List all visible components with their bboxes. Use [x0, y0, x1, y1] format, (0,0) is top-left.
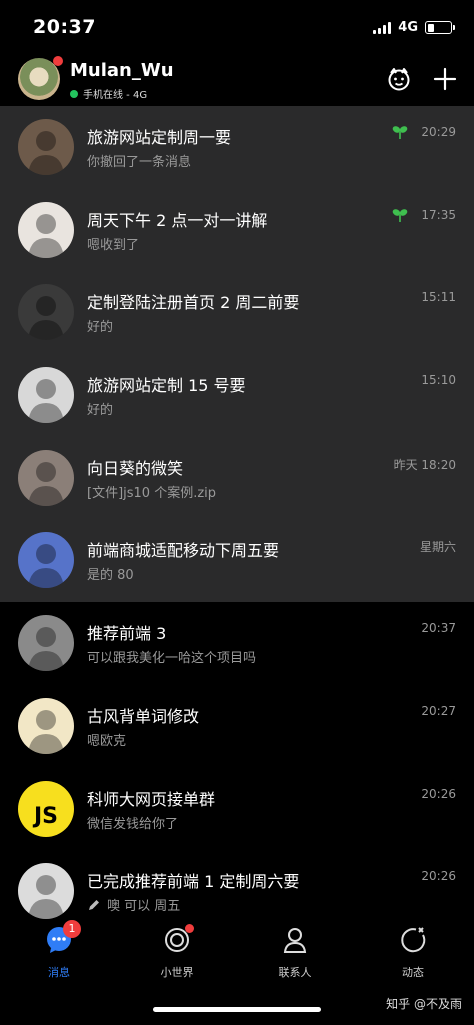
avatar[interactable]: [18, 615, 74, 672]
chat-name: 已完成推荐前端 1 定制周六要: [87, 872, 300, 892]
notification-dot: [185, 924, 194, 933]
emoji-face-icon[interactable]: [386, 66, 412, 92]
person-icon: [28, 213, 64, 258]
chat-name: 前端商城适配移动下周五要: [87, 541, 280, 561]
chat-name: 古风背单词修改: [87, 706, 200, 726]
notification-dot: [53, 56, 63, 66]
chat-name: 旅游网站定制 15 号要: [87, 376, 246, 396]
status-indicators: 4G: [373, 20, 455, 35]
sprout-icon: [392, 126, 408, 139]
signal-icon: [373, 21, 392, 34]
moments-icon: [399, 926, 427, 954]
header: Mulan_Wu 手机在线 - 4G: [0, 56, 474, 106]
avatar[interactable]: [18, 201, 74, 258]
chat-time: 20:27: [421, 703, 456, 718]
unread-badge: 1: [63, 920, 81, 938]
tab-contacts[interactable]: 联系人: [236, 926, 354, 980]
battery-level: [427, 23, 435, 32]
status-time: 20:37: [33, 16, 96, 38]
chat-last-message: [文件]js10 个案例.zip: [87, 485, 217, 501]
tab-label: 消息: [48, 966, 70, 979]
person-icon: [28, 544, 64, 589]
contacts-icon: [281, 926, 309, 954]
chat-row[interactable]: 古风背单词修改嗯欧克 20:27: [0, 685, 474, 768]
tab-small-world[interactable]: 小世界: [118, 924, 236, 980]
sprout-icon: [392, 208, 408, 222]
tab-label: 动态: [402, 966, 424, 979]
pencil-icon: [89, 899, 99, 910]
message-icon: 1: [45, 920, 81, 954]
chat-time: 17:35: [421, 207, 456, 222]
small-world-icon: [163, 924, 194, 954]
chat-last-message: 好的: [87, 320, 114, 336]
person-icon: [28, 379, 64, 424]
chat-time: 20:37: [421, 621, 456, 636]
chat-row[interactable]: 推荐前端 3 可以跟我美化一哈这个项目吗 20:37: [0, 602, 474, 685]
chat-last-message: 嗯欧克: [87, 733, 127, 749]
chat-row[interactable]: JS 科师大网页接单群微信发钱给你了 20:26: [0, 768, 474, 851]
avatar[interactable]: [18, 284, 74, 341]
person-icon: [28, 461, 64, 506]
chat-name: 周天下午 2 点一对一讲解: [87, 210, 268, 230]
chat-name: 定制登陆注册首页 2 周二前要: [87, 293, 300, 313]
chat-row[interactable]: 旅游网站定制 15 号要好的 15:10: [0, 354, 474, 437]
chat-row[interactable]: 向日葵的微笑 [文件]js10 个案例.zip 昨天 18:20: [0, 436, 474, 520]
chat-last-message: 可以跟我美化一哈这个项目吗: [87, 651, 257, 667]
tab-bar: 1 消息 小世界 联系人 动态: [0, 920, 474, 990]
chat-time: 20:29: [421, 125, 456, 139]
status-bar: 20:37 4G: [0, 0, 474, 56]
person-icon: [28, 296, 64, 341]
person-icon: [28, 627, 64, 672]
battery-icon: [425, 21, 455, 34]
online-dot-icon: [70, 89, 78, 98]
username[interactable]: Mulan_Wu: [70, 60, 174, 81]
chat-last-message: 嗯收到了: [87, 237, 140, 253]
chat-name: 科师大网页接单群: [87, 789, 216, 809]
chat-time: 星期六: [419, 540, 456, 555]
chat-time: 15:10: [421, 373, 456, 388]
avatar[interactable]: [18, 863, 74, 920]
chat-time: 15:11: [421, 290, 456, 305]
chat-name: 旅游网站定制周一要: [87, 128, 232, 147]
avatar[interactable]: [18, 532, 74, 589]
chat-row[interactable]: 旅游网站定制周一要你撤回了一条消息 20:29: [0, 106, 474, 189]
chat-row[interactable]: 周天下午 2 点一对一讲解嗯收到了 17:35: [0, 188, 474, 272]
chat-last-message: 你撤回了一条消息: [87, 155, 192, 170]
avatar[interactable]: [18, 697, 74, 754]
person-icon: [28, 875, 64, 920]
chat-last-message: 微信发钱给你了: [87, 816, 179, 832]
tab-message[interactable]: 1 消息: [0, 920, 118, 980]
avatar[interactable]: [18, 449, 74, 506]
avatar-text: JS: [33, 803, 59, 829]
tab-label: 小世界: [160, 966, 194, 979]
chat-list: 旅游网站定制周一要你撤回了一条消息 20:29 周天下午 2 点一对一讲解嗯收到了 1…: [0, 106, 474, 933]
tab-label: 联系人: [278, 966, 312, 979]
watermark: 知乎 @不及雨: [386, 997, 462, 1011]
person-icon: [28, 709, 64, 754]
home-indicator[interactable]: [153, 1007, 321, 1012]
chat-last-message: 噢 可以 周五: [87, 895, 180, 914]
tab-moments[interactable]: 动态: [354, 926, 472, 980]
chat-time: 20:26: [421, 869, 456, 884]
avatar[interactable]: [18, 119, 74, 175]
person-icon: [28, 131, 64, 175]
draft-text: 噢 可以 周五: [107, 899, 181, 915]
avatar[interactable]: [18, 367, 74, 424]
online-status[interactable]: 手机在线 - 4G: [70, 86, 147, 101]
chat-time: 20:26: [421, 786, 456, 801]
network-type: 4G: [398, 20, 418, 35]
chat-last-message: 好的: [87, 403, 114, 419]
chat-last-message: 是的 80: [87, 568, 134, 584]
chat-name: 向日葵的微笑: [87, 458, 184, 478]
chat-row[interactable]: 定制登陆注册首页 2 周二前要好的 15:11: [0, 271, 474, 355]
my-avatar[interactable]: [18, 56, 63, 100]
chat-row[interactable]: 前端商城适配移动下周五要是的 80 星期六: [0, 519, 474, 603]
chat-name: 推荐前端 3: [87, 624, 167, 644]
chat-time: 昨天 18:20: [393, 457, 456, 472]
add-icon[interactable]: [432, 66, 458, 92]
online-status-text: 手机在线 - 4G: [83, 90, 148, 101]
avatar[interactable]: JS: [18, 780, 74, 837]
